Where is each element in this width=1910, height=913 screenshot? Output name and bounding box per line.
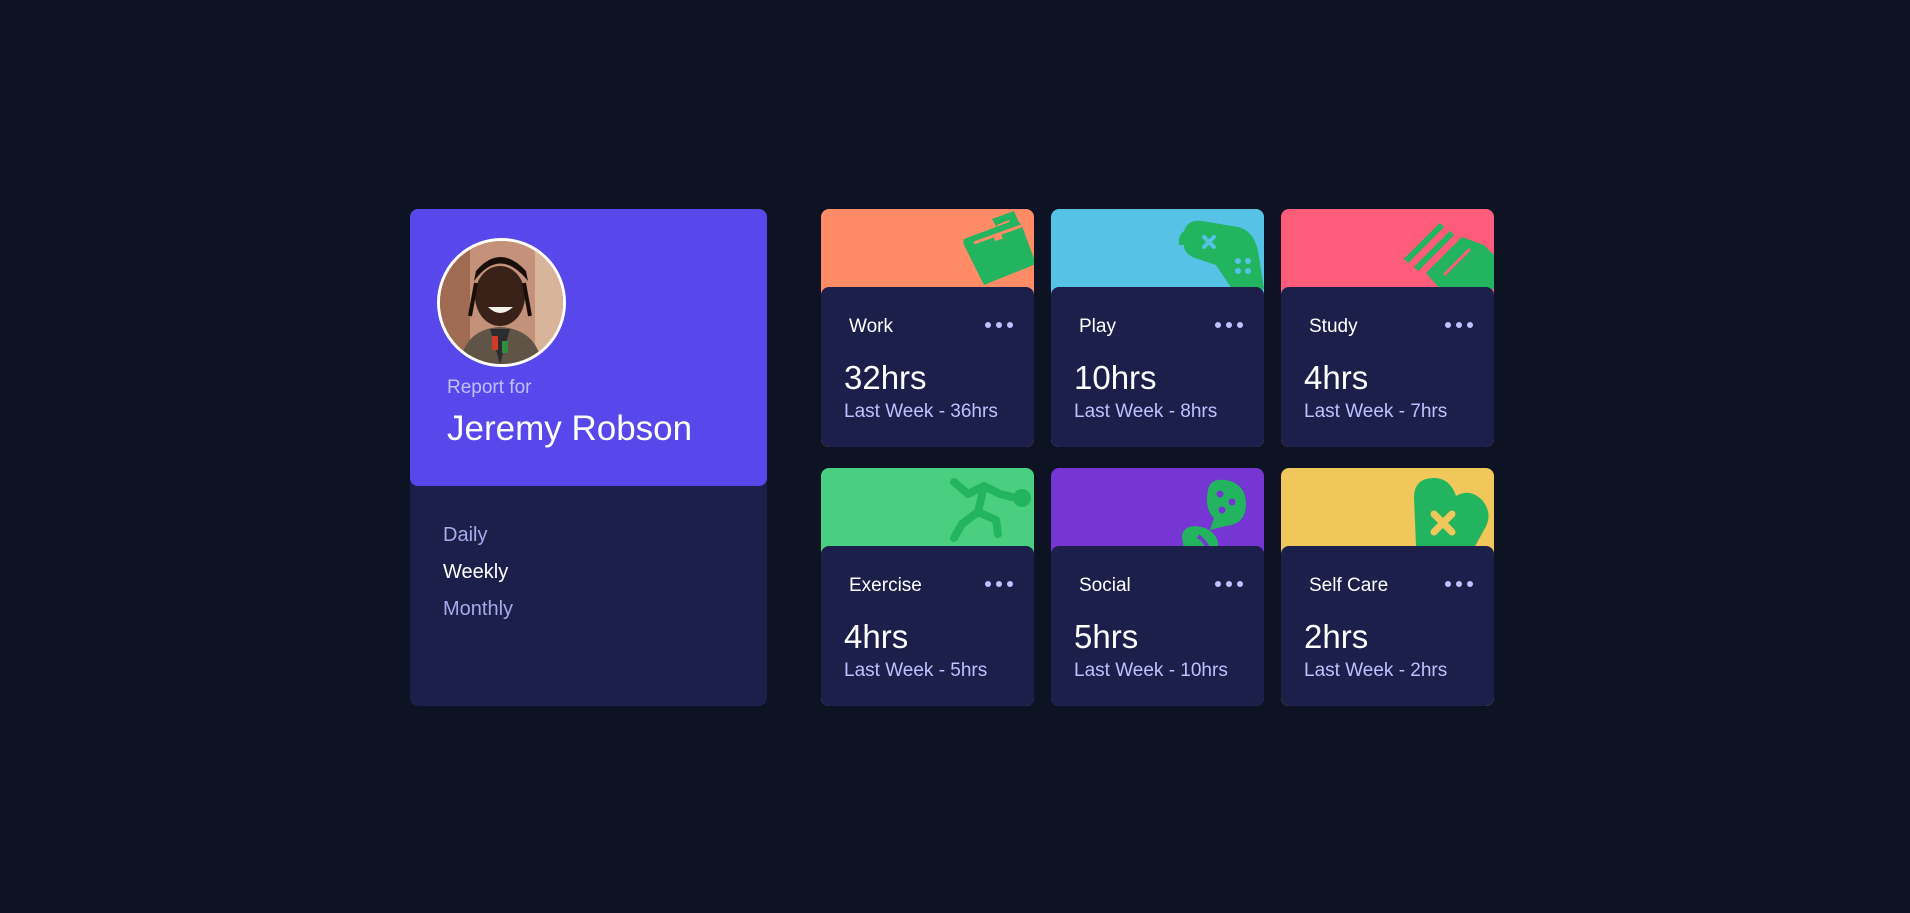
profile-card: Report for Jeremy Robson Daily Weekly Mo… — [410, 209, 767, 706]
activity-card-play: Play 10hrs Last Week - 8hrs — [1051, 209, 1264, 447]
previous-hours: Last Week - 7hrs — [1304, 401, 1448, 422]
more-options-icon[interactable] — [1214, 576, 1244, 592]
user-name: Jeremy Robson — [447, 409, 693, 448]
more-options-icon[interactable] — [1214, 317, 1244, 333]
activity-card-study: Study 4hrs Last Week - 7hrs — [1281, 209, 1494, 447]
activity-title: Play — [1079, 316, 1116, 337]
book-icon — [1384, 209, 1494, 289]
current-hours: 4hrs — [1304, 359, 1369, 396]
period-weekly[interactable]: Weekly — [443, 560, 513, 597]
activity-card-work: Work 32hrs Last Week - 36hrs — [821, 209, 1034, 447]
previous-hours: Last Week - 5hrs — [844, 660, 988, 681]
time-tracking-dashboard: Report for Jeremy Robson Daily Weekly Mo… — [410, 209, 1494, 706]
activity-title: Exercise — [849, 575, 922, 596]
activity-title: Work — [849, 316, 893, 337]
activity-card-body: Play 10hrs Last Week - 8hrs — [1051, 287, 1264, 447]
avatar — [437, 238, 566, 367]
activity-card-self-care: Self Care 2hrs Last Week - 2hrs — [1281, 468, 1494, 706]
activity-title: Self Care — [1309, 575, 1389, 596]
current-hours: 5hrs — [1074, 618, 1139, 655]
heart-icon — [1384, 468, 1494, 548]
previous-hours: Last Week - 2hrs — [1304, 660, 1448, 681]
gamepad-icon — [1154, 209, 1264, 289]
activity-card-social: Social 5hrs Last Week - 10hrs — [1051, 468, 1264, 706]
previous-hours: Last Week - 10hrs — [1074, 660, 1228, 681]
activity-card-body: Exercise 4hrs Last Week - 5hrs — [821, 546, 1034, 706]
more-options-icon[interactable] — [984, 317, 1014, 333]
current-hours: 2hrs — [1304, 618, 1369, 655]
activity-card-exercise: Exercise 4hrs Last Week - 5hrs — [821, 468, 1034, 706]
activity-title: Social — [1079, 575, 1131, 596]
more-options-icon[interactable] — [984, 576, 1014, 592]
briefcase-icon — [924, 209, 1034, 289]
report-for-label: Report for — [447, 377, 532, 398]
activity-title: Study — [1309, 316, 1358, 337]
period-daily[interactable]: Daily — [443, 523, 513, 560]
activity-card-body: Study 4hrs Last Week - 7hrs — [1281, 287, 1494, 447]
more-options-icon[interactable] — [1444, 317, 1474, 333]
activity-card-body: Work 32hrs Last Week - 36hrs — [821, 287, 1034, 447]
profile-header: Report for Jeremy Robson — [410, 209, 767, 486]
period-selector: Daily Weekly Monthly — [443, 523, 513, 634]
more-options-icon[interactable] — [1444, 576, 1474, 592]
current-hours: 4hrs — [844, 618, 909, 655]
period-monthly[interactable]: Monthly — [443, 597, 513, 634]
current-hours: 32hrs — [844, 359, 927, 396]
running-icon — [924, 468, 1034, 548]
current-hours: 10hrs — [1074, 359, 1157, 396]
previous-hours: Last Week - 8hrs — [1074, 401, 1218, 422]
previous-hours: Last Week - 36hrs — [844, 401, 998, 422]
activity-card-body: Self Care 2hrs Last Week - 2hrs — [1281, 546, 1494, 706]
chat-bubbles-icon — [1154, 468, 1264, 548]
activity-card-body: Social 5hrs Last Week - 10hrs — [1051, 546, 1264, 706]
